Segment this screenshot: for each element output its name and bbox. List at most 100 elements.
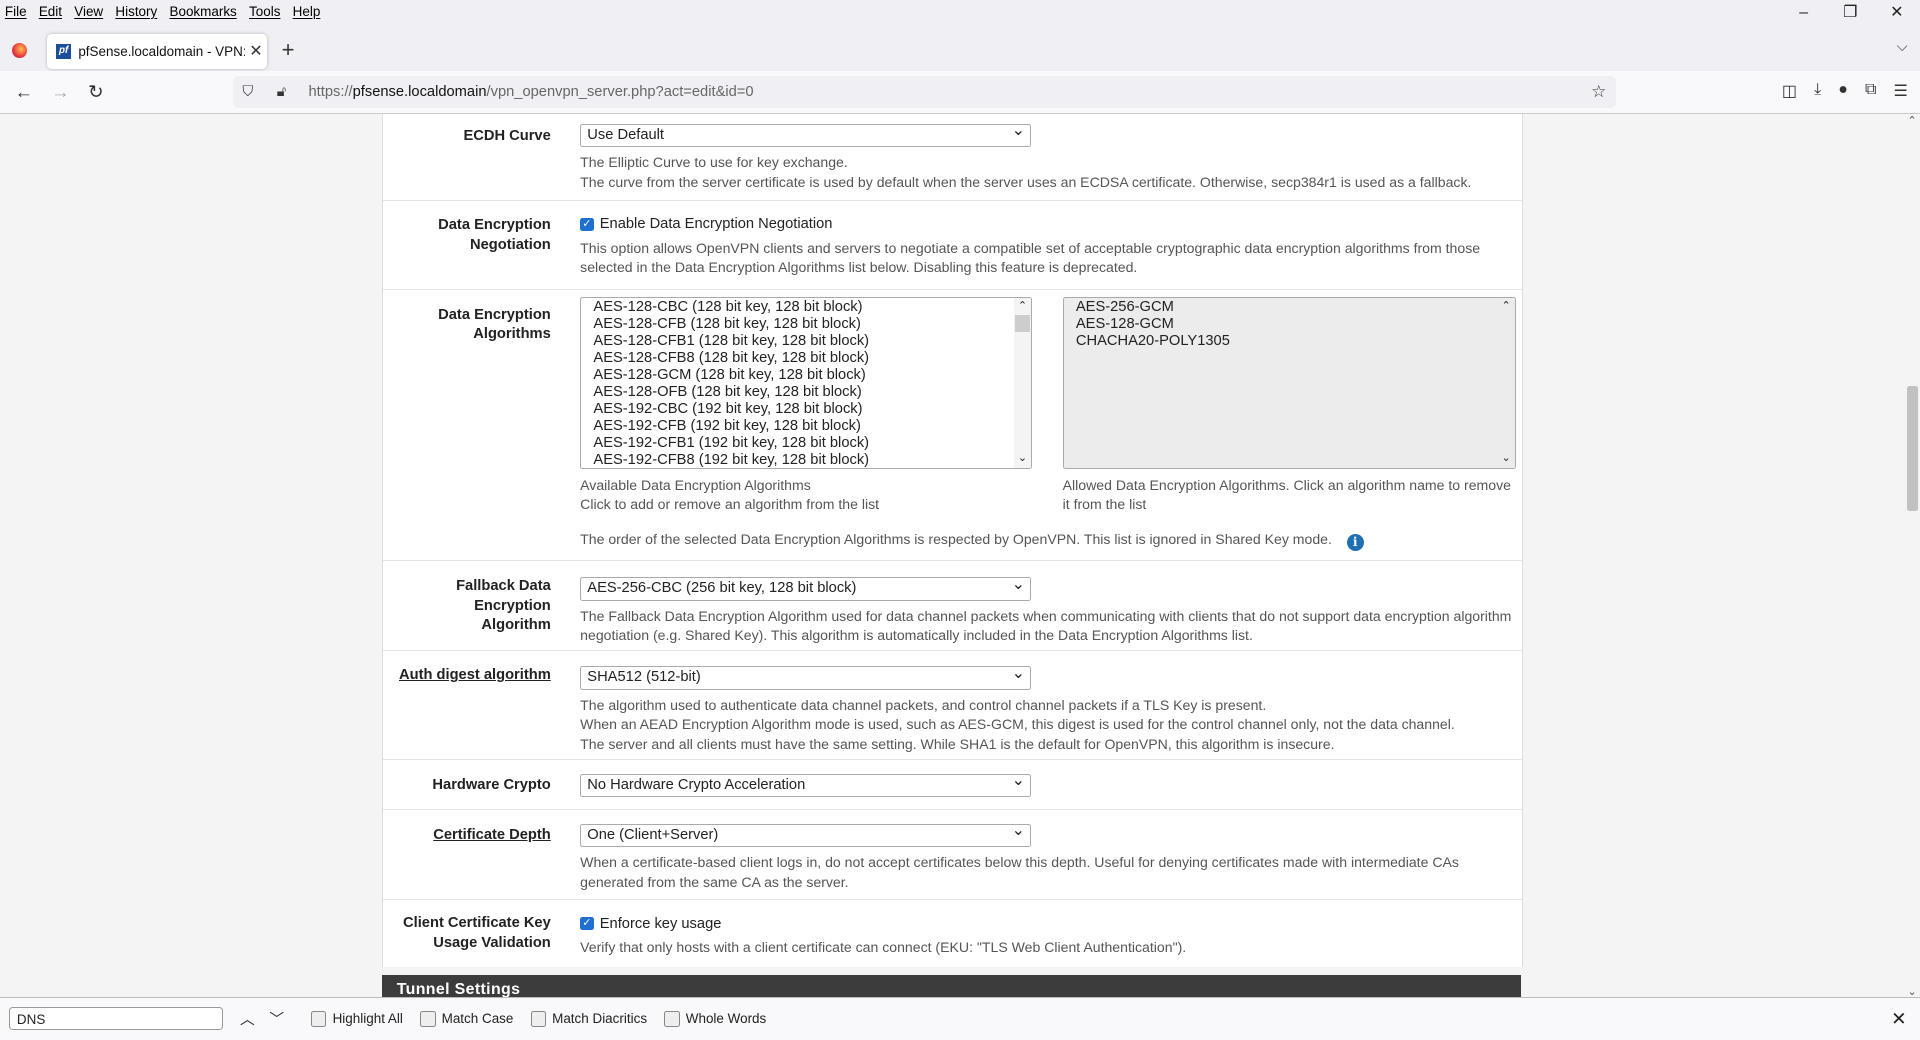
ecdh-label: ECDH Curve <box>463 128 551 145</box>
find-previous-icon[interactable]: ︿ <box>240 1008 255 1029</box>
menu-view[interactable]: View <box>74 4 103 19</box>
menu-icon[interactable]: ☰ <box>1894 81 1908 101</box>
close-find-bar-icon[interactable]: ✕ <box>1891 1008 1906 1030</box>
match-diacritics-option[interactable]: Match Diacritics <box>530 1011 647 1027</box>
menu-file[interactable]: File <box>5 4 27 19</box>
eku-help: Verify that only hosts with a client cer… <box>580 938 1187 955</box>
fallback-label: Fallback Data Encryption Algorithm <box>456 578 551 634</box>
allowed-algorithm-option[interactable]: AES-128-GCM <box>1076 316 1515 333</box>
page-scrollbar[interactable]: ⌃ ⌄ <box>1904 113 1920 998</box>
available-algorithm-option[interactable]: AES-192-CFB8 (192 bit key, 128 bit block… <box>593 452 1031 467</box>
certificate-depth-select[interactable]: One (Client+Server) <box>580 821 1031 848</box>
enforce-key-usage-checkbox[interactable]: ✓ <box>580 916 594 931</box>
available-algorithm-option[interactable]: AES-128-CFB1 (128 bit key, 128 bit block… <box>593 333 1031 350</box>
pocket-icon[interactable]: ◫ <box>1782 81 1797 101</box>
tab-title: pfSense.localdomain - VPN: Op <box>78 43 245 59</box>
reload-icon[interactable]: ↻ <box>88 81 103 103</box>
url-bar[interactable]: ⛉ 🔓︎ https://pfsense.localdomain/vpn_ope… <box>232 75 1617 108</box>
match-case-option[interactable]: Match Case <box>420 1011 513 1027</box>
whole-words-option[interactable]: Whole Words <box>664 1011 766 1027</box>
available-algorithm-option[interactable]: AES-192-CFB (192 bit key, 128 bit block) <box>593 418 1031 435</box>
highlight-all-option[interactable]: Highlight All <box>311 1011 403 1027</box>
row-data-encryption-algorithms: Data Encryption Algorithms AES-128-CBC (1… <box>383 290 1522 562</box>
scrollbar-thumb[interactable] <box>1906 385 1918 511</box>
download-icon[interactable]: ⤓ <box>1814 81 1821 101</box>
row-ecdh-curve: ECDH Curve Use Default The Elliptic Curv… <box>383 114 1522 201</box>
close-tab-icon[interactable]: ✕ <box>245 41 267 61</box>
menu-help[interactable]: Help <box>293 4 321 19</box>
available-algorithm-option[interactable]: AES-192-CBC (192 bit key, 128 bit block) <box>593 401 1031 418</box>
row-data-encryption-negotiation: Data Encryption Negotiation ✓ Enable Data … <box>383 201 1522 290</box>
hardware-crypto-select[interactable]: No Hardware Crypto Acceleration <box>580 771 1031 798</box>
ecdh-help-2: The curve from the server certificate is… <box>580 173 1472 190</box>
auth-help-2: When an AEAD Encryption Algorithm mode i… <box>580 716 1455 733</box>
dea-label: Data Encryption Algorithms <box>438 306 551 343</box>
scroll-down-icon[interactable]: ⌄ <box>1014 450 1031 467</box>
ecdh-help-1: The Elliptic Curve to use for key exchan… <box>580 154 848 171</box>
menu-history[interactable]: History <box>115 4 157 19</box>
auth-help-1: The algorithm used to authenticate data … <box>580 696 1267 713</box>
scroll-up-icon[interactable]: ⌃ <box>1014 298 1031 315</box>
info-icon[interactable]: i <box>1346 534 1364 552</box>
enforce-key-usage-label[interactable]: Enforce key usage <box>600 916 722 932</box>
list-tabs-chevron-icon[interactable]: ⌵ <box>1897 39 1908 55</box>
tab-pfsense[interactable]: pf pfSense.localdomain - VPN: Op ✕ <box>46 34 267 69</box>
row-auth-digest: Auth digest algorithm SHA512 (512-bit) T… <box>383 651 1522 761</box>
den-label: Data Encryption Negotiation <box>438 217 551 254</box>
firefox-icon[interactable] <box>12 42 27 58</box>
menu-tools[interactable]: Tools <box>249 4 280 19</box>
auth-digest-select[interactable]: SHA512 (512-bit) <box>580 664 1031 690</box>
extensions-icon[interactable]: ⧉ <box>1865 81 1876 101</box>
find-next-icon[interactable]: ﹀ <box>269 1008 284 1029</box>
available-algorithm-option[interactable]: AES-192-CFB1 (192 bit key, 128 bit block… <box>593 435 1031 452</box>
bookmark-star-icon[interactable]: ☆ <box>1591 81 1606 102</box>
enable-negotiation-checkbox[interactable]: ✓ <box>580 217 594 232</box>
auth-digest-label[interactable]: Auth digest algorithm <box>383 666 551 686</box>
account-icon[interactable]: ● <box>1838 81 1848 101</box>
allowed-algorithm-option[interactable]: AES-256-GCM <box>1076 299 1515 316</box>
menubar: File Edit View History Bookmarks Tools H… <box>0 0 1920 23</box>
cert-depth-label[interactable]: Certificate Depth <box>383 826 551 846</box>
menu-edit[interactable]: Edit <box>39 4 62 19</box>
menu-bookmarks[interactable]: Bookmarks <box>169 4 236 19</box>
available-algorithms-list[interactable]: AES-128-CBC (128 bit key, 128 bit block)… <box>580 297 1032 469</box>
row-fallback-algorithm: Fallback Data Encryption Algorithm AES-25… <box>383 561 1522 651</box>
available-help-1: Available Data Encryption Algorithms <box>580 476 811 493</box>
find-bar: DNS ︿ ﹀ Highlight All Match Case Match D… <box>0 996 1920 1040</box>
allowed-algorithm-option[interactable]: CHACHA20-POLY1305 <box>1076 333 1515 350</box>
den-help: This option allows OpenVPN clients and s… <box>580 239 1481 276</box>
scroll-up-icon[interactable]: ⌃ <box>1498 298 1515 315</box>
lock-warning-icon[interactable]: 🔓︎ <box>277 84 301 100</box>
find-input[interactable]: DNS <box>8 1007 223 1031</box>
scroll-up-icon[interactable]: ⌃ <box>1904 114 1920 127</box>
ecdh-curve-select[interactable]: Use Default <box>580 121 1031 147</box>
back-icon[interactable]: ← <box>15 81 33 103</box>
row-hardware-crypto: Hardware Crypto No Hardware Crypto Accel… <box>383 760 1522 811</box>
eku-label: Client Certificate Key Usage Validation <box>403 915 551 951</box>
available-algorithm-option[interactable]: AES-128-GCM (128 bit key, 128 bit block) <box>593 367 1031 384</box>
enable-negotiation-label[interactable]: Enable Data Encryption Negotiation <box>600 216 833 232</box>
crypto-settings-panel: ECDH Curve Use Default The Elliptic Curv… <box>382 113 1523 967</box>
available-list-scrollbar[interactable]: ⌃ ⌄ <box>1013 298 1031 468</box>
available-algorithm-option[interactable]: AES-128-CBC (128 bit key, 128 bit block) <box>593 299 1031 316</box>
close-window-button[interactable]: ✕ <box>1874 0 1920 27</box>
available-algorithm-option[interactable]: AES-128-CFB8 (128 bit key, 128 bit block… <box>593 350 1031 367</box>
fallback-help: The Fallback Data Encryption Algorithm u… <box>580 607 1512 644</box>
page-content: ECDH Curve Use Default The Elliptic Curv… <box>0 113 1905 998</box>
available-algorithm-option[interactable]: AES-128-CFB (128 bit key, 128 bit block) <box>593 316 1031 333</box>
row-certificate-depth: Certificate Depth One (Client+Server) Wh… <box>383 810 1522 900</box>
scroll-down-icon[interactable]: ⌄ <box>1498 450 1515 467</box>
url-text[interactable]: https://pfsense.localdomain/vpn_openvpn_… <box>309 84 754 100</box>
forward-icon[interactable]: → <box>51 81 69 103</box>
allowed-algorithms-list[interactable]: AES-256-GCM AES-128-GCM CHACHA20-POLY1305 … <box>1062 297 1516 469</box>
order-note: The order of the selected Data Encryptio… <box>580 530 1364 552</box>
hw-crypto-label: Hardware Crypto <box>432 777 551 794</box>
shield-icon[interactable]: ⛉ <box>242 84 266 100</box>
fallback-algorithm-select[interactable]: AES-256-CBC (256 bit key, 128 bit block) <box>580 575 1031 601</box>
new-tab-button[interactable]: + <box>282 37 295 63</box>
available-algorithm-option[interactable]: AES-128-OFB (128 bit key, 128 bit block) <box>593 384 1031 401</box>
minimize-button[interactable]: – <box>1780 0 1827 27</box>
restore-button[interactable]: ❐ <box>1827 0 1874 27</box>
auth-help-3: The server and all clients must have the… <box>580 735 1335 752</box>
tunnel-settings-header: Tunnel Settings <box>382 974 1521 998</box>
